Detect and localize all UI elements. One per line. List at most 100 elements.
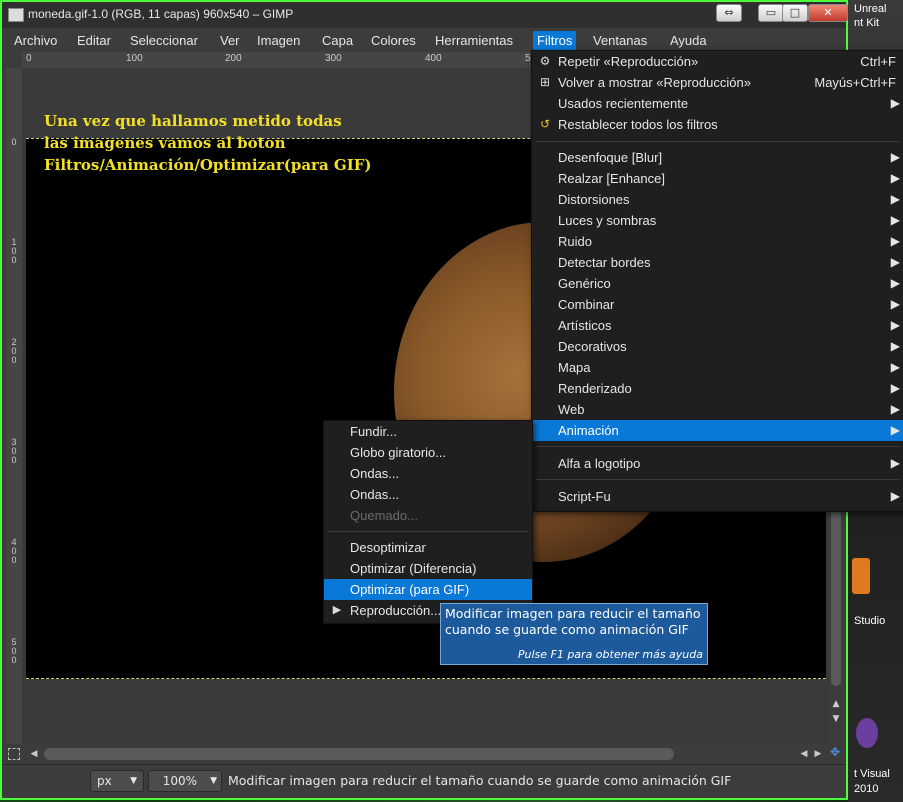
tooltip-line: Modificar imagen para reducir el tamaño [445,606,701,621]
scroll-thumb[interactable] [44,748,674,760]
restore-button[interactable]: ⇔ [716,4,742,22]
menu-item-distorsiones[interactable]: Distorsiones ▶ [532,189,903,210]
menu-ventanas[interactable]: Ventanas [593,33,647,48]
menu-item-decorativos[interactable]: Decorativos ▶ [532,336,903,357]
menu-item-desoptimizar[interactable]: Desoptimizar [324,537,532,558]
navigate-icon[interactable]: ✥ [830,746,842,758]
scroll-left-icon[interactable]: ◀ [28,748,40,760]
ruler-tick-label: 4 0 0 [11,537,17,565]
scroll-left-icon[interactable]: ◀ [798,748,810,760]
chevron-down-icon: ▼ [130,776,137,786]
minimize-button[interactable]: ▭ [758,4,784,22]
gear-icon: ⚙ [539,54,551,68]
ruler-tick-label: 5 [525,53,531,64]
quick-mask-icon[interactable] [8,748,20,760]
menu-item-script-fu[interactable]: Script-Fu ▶ [532,486,903,507]
ruler-tick-label: 0 [11,137,17,147]
menu-item-detectar-bordes[interactable]: Detectar bordes ▶ [532,252,903,273]
menu-item-quemado: Quemado... [350,508,418,523]
desktop-app-icon[interactable] [852,558,870,594]
menu-separator [536,446,900,447]
ruler-tick-label: 100 [126,53,143,64]
menu-bar: Archivo Editar Seleccionar Ver Imagen Ca… [2,30,846,52]
menu-item-usados-recientemente[interactable]: Usados recientemente ▶ [532,93,903,114]
menu-item-animacion[interactable]: Animación ▶ [532,420,903,441]
scroll-down-icon[interactable]: ▼ [830,713,842,725]
tooltip-line: cuando se guarde como animación GIF [445,622,689,637]
vertical-ruler[interactable]: 0 1 0 0 2 0 0 3 0 0 4 0 0 5 0 0 [6,68,22,744]
maximize-button[interactable]: □ [782,4,808,22]
menu-separator [328,531,528,532]
submenu-arrow-icon: ▶ [890,318,900,332]
scroll-right-icon[interactable]: ▶ [812,748,824,760]
menu-filtros[interactable]: Filtros [533,31,577,50]
menu-herramientas[interactable]: Herramientas [435,33,513,48]
submenu-arrow-icon: ▶ [890,255,900,269]
menu-item-restablecer[interactable]: ↺ Restablecer todos los filtros [532,114,903,135]
animacion-submenu: Fundir... Globo giratorio... Ondas... On… [323,420,533,624]
menu-item-repetir[interactable]: ⚙ Repetir «Reproducción» Ctrl+F [532,51,903,72]
submenu-arrow-icon: ▶ [890,234,900,248]
menu-item-optimizar-diferencia[interactable]: Optimizar (Diferencia) [324,558,532,579]
ruler-tick-label: 400 [425,53,442,64]
menu-item-luces-sombras[interactable]: Luces y sombras ▶ [532,210,903,231]
menu-item-mapa[interactable]: Mapa ▶ [532,357,903,378]
ruler-tick-label: 2 0 0 [11,337,17,365]
menu-item-generico[interactable]: Genérico ▶ [532,273,903,294]
menu-item-volver-a-mostrar[interactable]: ⊞ Volver a mostrar «Reproducción» Mayús+… [532,72,903,93]
menu-item-combinar[interactable]: Combinar ▶ [532,294,903,315]
menu-item-desenfoque[interactable]: Desenfoque [Blur] ▶ [532,147,903,168]
menu-item-artisticos[interactable]: Artísticos ▶ [532,315,903,336]
menu-ayuda[interactable]: Ayuda [670,33,707,48]
submenu-arrow-icon: ▶ [890,150,900,164]
filtros-menu: ⚙ Repetir «Reproducción» Ctrl+F ⊞ Volver… [531,50,903,512]
menu-item-globo-giratorio[interactable]: Globo giratorio... [324,442,532,463]
scroll-up-icon[interactable]: ▲ [830,698,842,710]
ruler-tick-label: 200 [225,53,242,64]
menu-imagen[interactable]: Imagen [257,33,300,48]
menu-separator [536,479,900,480]
menu-item-web[interactable]: Web ▶ [532,399,903,420]
unit-selector[interactable]: px ▼ [90,770,144,792]
menu-editar[interactable]: Editar [77,33,111,48]
menu-seleccionar[interactable]: Seleccionar [130,33,198,48]
desktop-label: t Visual [854,768,890,780]
submenu-arrow-icon: ▶ [890,381,900,395]
menu-capa[interactable]: Capa [322,33,353,48]
submenu-arrow-icon: ▶ [890,96,900,110]
title-bar: moneda.gif-1.0 (RGB, 11 capas) 960x540 –… [2,2,848,28]
zoom-value: 100% [162,774,197,788]
submenu-arrow-icon: ▶ [890,402,900,416]
ruler-tick-label: 1 0 0 [11,237,17,265]
menu-archivo[interactable]: Archivo [14,33,57,48]
submenu-arrow-icon: ▶ [890,489,900,503]
menu-item-optimizar-gif[interactable]: Optimizar (para GIF) [324,579,532,600]
menu-item-ondas-2[interactable]: Ondas... [324,484,532,505]
tooltip-hint: Pulse F1 para obtener más ayuda [517,648,703,661]
unit-value: px [97,774,112,788]
submenu-arrow-icon: ▶ [890,339,900,353]
submenu-arrow-icon: ▶ [890,297,900,311]
menu-item-fundir[interactable]: Fundir... [324,421,532,442]
menu-item-ondas[interactable]: Ondas... [324,463,532,484]
close-button[interactable]: ✕ [808,4,848,22]
menu-item-renderizado[interactable]: Renderizado ▶ [532,378,903,399]
zoom-selector[interactable]: 100% ▼ [148,770,222,792]
desktop-app-icon[interactable] [856,718,878,748]
status-bar: px ▼ 100% ▼ Modificar imagen para reduci… [2,764,846,795]
submenu-arrow-icon: ▶ [890,213,900,227]
menu-item-realzar[interactable]: Realzar [Enhance] ▶ [532,168,903,189]
submenu-arrow-icon: ▶ [890,192,900,206]
annotation-line: Filtros/Animación/Optimizar(para GIF) [44,156,372,174]
horizontal-scrollbar[interactable]: ◀ ◀ ▶ [26,746,828,762]
submenu-arrow-icon: ▶ [890,276,900,290]
menu-item-alfa-logotipo[interactable]: Alfa a logotipo ▶ [532,453,903,474]
menu-colores[interactable]: Colores [371,33,416,48]
tooltip: Modificar imagen para reducir el tamaño … [440,603,708,665]
menu-ver[interactable]: Ver [220,33,240,48]
menu-item-ruido[interactable]: Ruido ▶ [532,231,903,252]
status-message: Modificar imagen para reducir el tamaño … [228,773,732,788]
annotation-line: Una vez que hallamos metido todas [44,112,342,130]
desktop-label: nt Kit [854,17,880,29]
desktop-label: 2010 [854,783,879,795]
